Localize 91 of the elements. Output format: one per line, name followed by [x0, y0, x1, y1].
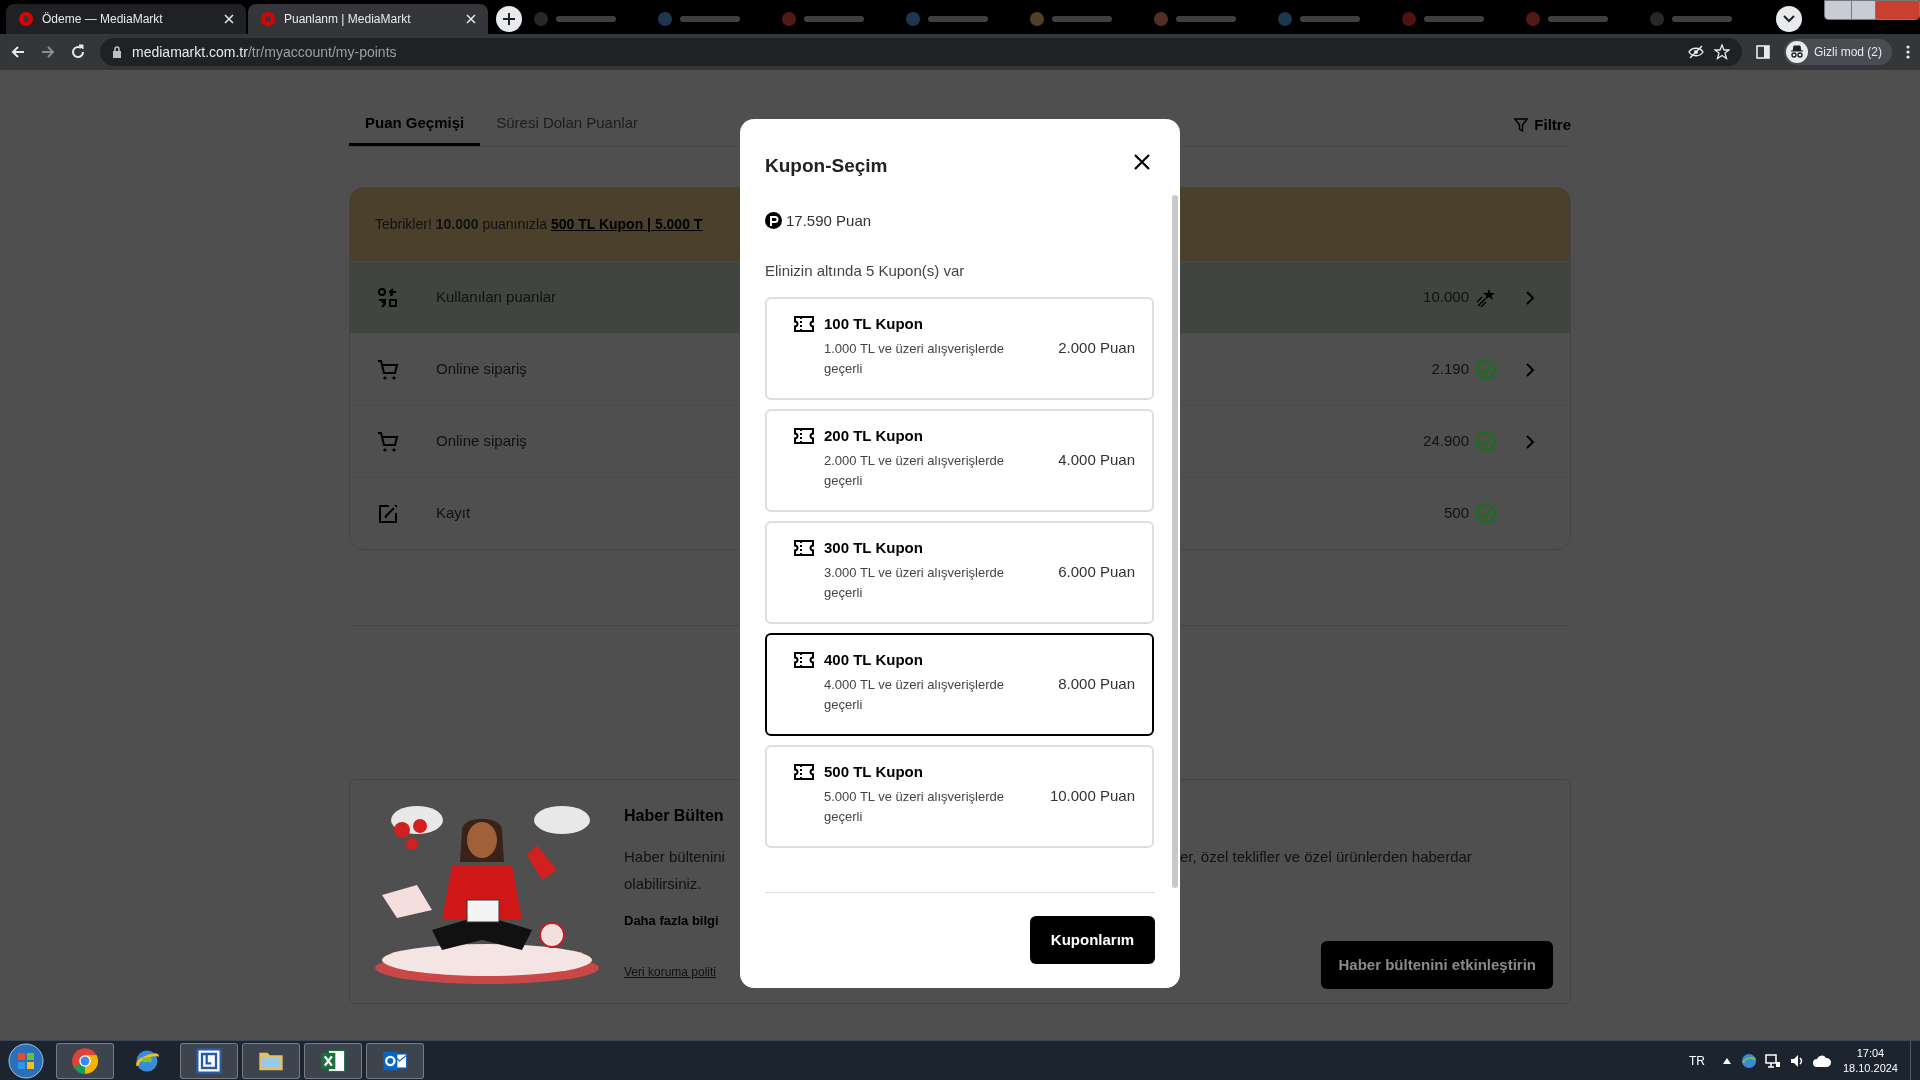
browser-tab[interactable]: Ödeme — MediaMarkt — [6, 4, 246, 34]
cloud-icon — [1812, 1054, 1831, 1067]
coupon-title: 400 TL Kupon — [824, 649, 924, 670]
browser-tab[interactable]: Puanlanm | MediaMarkt — [248, 4, 488, 34]
favicon-icon — [18, 11, 34, 27]
chevron-right-icon[interactable] — [1525, 362, 1535, 377]
ticket-icon — [794, 539, 814, 556]
ticket-icon — [794, 651, 814, 668]
points-balance: 17.590 Puan — [786, 210, 872, 231]
coupon-option[interactable]: 200 TL Kupon 2.000 TL ve üzeri alışverişlerde geçerli 4.000 Puan — [765, 408, 1154, 512]
newsletter-text: Haber bültenini — [624, 847, 726, 867]
tray-app-icon — [1740, 1052, 1757, 1069]
dialog-title: Kupon-Seçim — [765, 154, 888, 178]
new-tab-button[interactable] — [496, 6, 522, 32]
window-controls[interactable] — [1824, 0, 1920, 20]
taskbar-app[interactable] — [242, 1042, 300, 1079]
coupon-option[interactable]: 500 TL Kupon 5.000 TL ve üzeri alışverişlerde geçerli 10.000 Puan — [765, 744, 1154, 848]
chrome-icon — [71, 1046, 99, 1075]
coupon-title: 300 TL Kupon — [824, 537, 924, 558]
points-value: 500 — [1443, 503, 1469, 524]
window-icon — [195, 1046, 223, 1075]
newsletter-title: Haber Bülten — [624, 806, 724, 826]
points-value: 24.900 — [1423, 431, 1469, 452]
taskbar-app[interactable] — [56, 1042, 114, 1079]
address-bar[interactable]: mediamarkt.com.tr/tr/myaccount/my-points — [100, 38, 1742, 66]
eye-slash-icon — [1688, 44, 1704, 60]
coupon-price: 8.000 Puan — [1058, 673, 1135, 694]
coupon-option[interactable]: 400 TL Kupon 4.000 TL ve üzeri alışverişlerde geçerli 8.000 Puan — [765, 632, 1154, 736]
caret-icon — [1783, 15, 1795, 23]
coupon-count-text: Elinizin altında 5 Kupon(s) var — [765, 261, 966, 281]
reload-icon — [70, 44, 86, 60]
check-circle-icon — [1475, 358, 1497, 381]
row-label: Online sipariş — [436, 359, 527, 380]
more-icon — [1906, 45, 1910, 59]
points-icon — [765, 212, 782, 230]
coupon-condition: 2.000 TL ve üzeri alışverişlerde geçerli — [824, 452, 1005, 490]
coupon-condition: 1.000 TL ve üzeri alışverişlerde geçerli — [824, 340, 1005, 378]
coupon-condition: 3.000 TL ve üzeri alışverişlerde geçerli — [824, 564, 1005, 602]
incognito-icon — [1786, 41, 1808, 63]
coupon-title: 500 TL Kupon — [824, 761, 924, 782]
close-icon — [466, 14, 476, 24]
row-label: Online sipariş — [436, 431, 527, 452]
network-icon — [1764, 1052, 1781, 1069]
coupon-title: 200 TL Kupon — [824, 425, 924, 446]
more-info-label: Daha fazla bilgi — [624, 912, 719, 930]
tray-expand-icon — [1722, 1057, 1731, 1064]
scrollbar-thumb[interactable] — [1172, 194, 1178, 888]
newsletter-text: olabilirsiniz. — [624, 873, 702, 894]
filter-icon — [1514, 118, 1529, 132]
clock-time[interactable]: 17:04 — [1856, 1045, 1885, 1061]
check-circle-icon — [1475, 430, 1497, 453]
row-label: Kayıt — [436, 503, 471, 524]
star-icon — [1714, 44, 1730, 60]
incognito-button[interactable]: Gizli mod (2) — [1784, 39, 1892, 65]
subscribe-button[interactable]: Haber bültenini etkinleştirin — [1321, 941, 1553, 989]
coupon-condition: 4.000 TL ve üzeri alışverişlerde geçerli — [824, 676, 1005, 714]
ticket-icon — [794, 315, 814, 332]
coupon-condition: 5.000 TL ve üzeri alışverişlerde geçerli — [824, 788, 1005, 826]
ticket-icon — [794, 763, 814, 780]
coupon-price: 4.000 Puan — [1058, 449, 1135, 470]
clock-date[interactable]: 18.10.2024 — [1842, 1060, 1898, 1076]
check-circle-icon — [1475, 502, 1497, 525]
points-value: 2.190 — [1431, 359, 1469, 380]
coupon-option[interactable]: 300 TL Kupon 3.000 TL ve üzeri alışverişlerde geçerli 6.000 Puan — [765, 520, 1154, 624]
side-panel-icon — [1756, 45, 1770, 59]
congrats-text: Tebrikler! 10.000 puanınızla 500 TL Kupon | 5.000 T — [375, 215, 703, 234]
my-coupons-button[interactable]: Kuponlarım — [1030, 916, 1155, 964]
close-icon — [224, 14, 234, 24]
coupon-price: 10.000 Puan — [1049, 785, 1135, 806]
coupon-price: 2.000 Puan — [1058, 337, 1135, 358]
taskbar-app[interactable] — [366, 1042, 424, 1079]
taskbar-app[interactable] — [304, 1042, 362, 1079]
ticket-icon — [794, 427, 814, 444]
plus-icon — [502, 12, 516, 26]
language-indicator[interactable]: TR — [1688, 1051, 1705, 1070]
newsletter-text: er, özel teklifler ve özel ürünlerden haberdar — [1180, 847, 1472, 867]
tab-title: Puanlanm | MediaMarkt — [284, 11, 412, 28]
coupon-option[interactable]: 100 TL Kupon 1.000 TL ve üzeri alışverişlerde geçerli 2.000 Puan — [765, 296, 1154, 400]
tab-search-button[interactable] — [1776, 6, 1802, 32]
chevron-right-icon[interactable] — [1525, 434, 1535, 449]
coupon-title: 100 TL Kupon — [824, 313, 924, 334]
url-text: mediamarkt.com.tr/tr/myaccount/my-points — [132, 42, 398, 62]
coupon-price: 6.000 Puan — [1058, 561, 1135, 582]
start-button[interactable] — [8, 1042, 44, 1079]
forward-icon — [40, 44, 56, 60]
taskbar-app[interactable] — [180, 1042, 238, 1079]
back-icon — [10, 44, 26, 60]
tab-title: Ödeme — MediaMarkt — [42, 11, 164, 28]
chevron-right-icon[interactable] — [1525, 290, 1535, 305]
lock-icon — [112, 46, 122, 58]
favicon-icon — [260, 11, 276, 27]
